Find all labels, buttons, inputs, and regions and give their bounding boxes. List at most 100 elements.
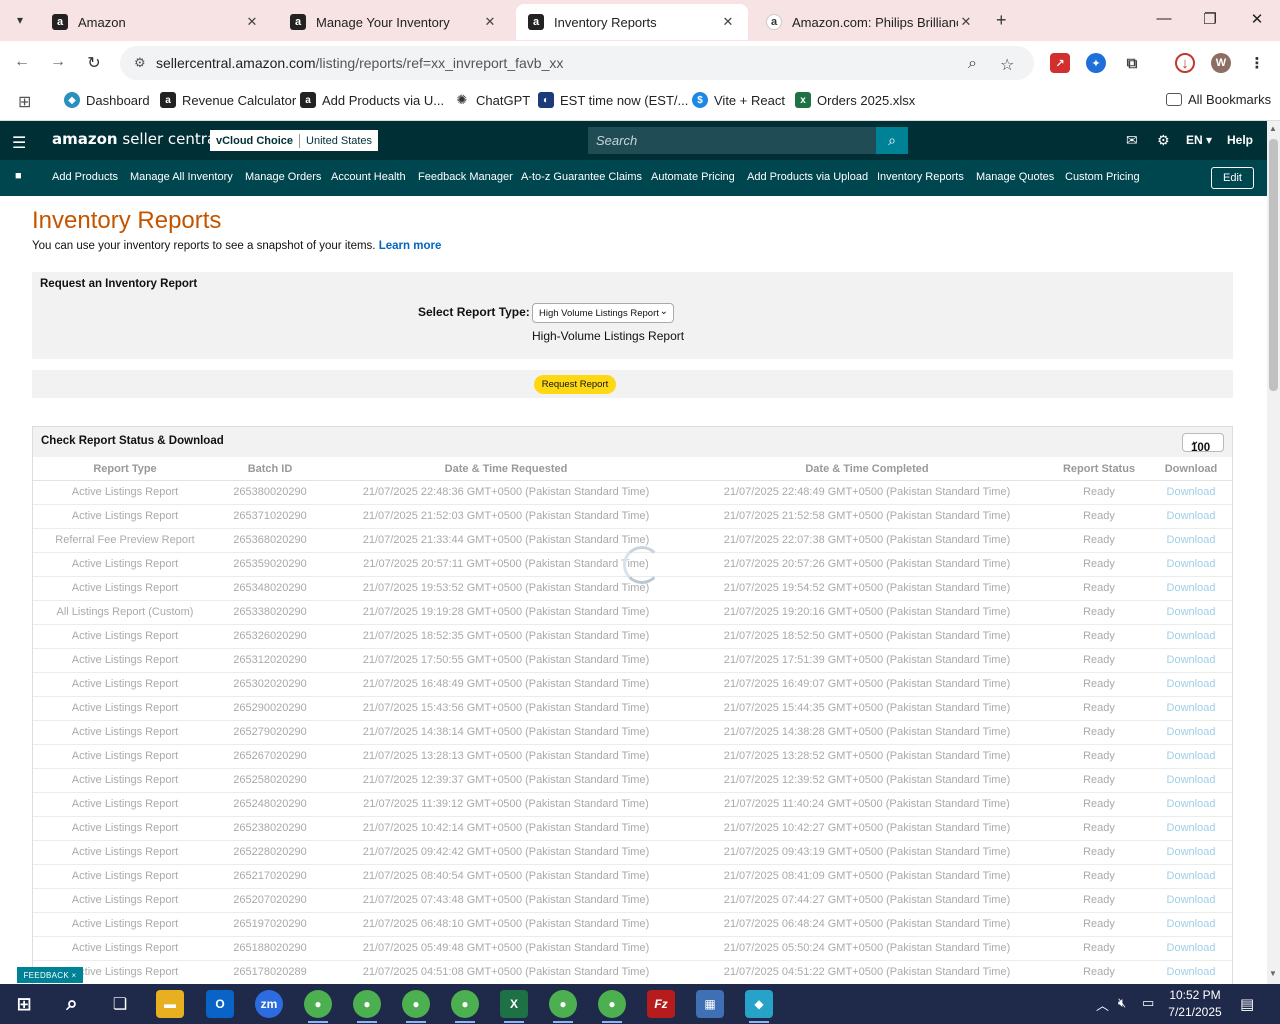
chrome-icon[interactable]: ●	[598, 990, 626, 1023]
tab-search-chevron-icon[interactable]: ▾	[8, 8, 32, 32]
download-link[interactable]: Download	[1167, 918, 1216, 930]
scrollbar-thumb[interactable]	[1269, 139, 1278, 391]
file-explorer-icon[interactable]: ▬	[156, 990, 184, 1018]
close-tab-icon[interactable]: ✕	[244, 14, 260, 30]
nav-manage-all-inventory[interactable]: Manage All Inventory	[130, 171, 233, 183]
bookmark-chatgpt[interactable]: ✺ ChatGPT	[454, 92, 530, 108]
extensions-puzzle-icon[interactable]: ⧉	[1122, 53, 1142, 73]
download-link[interactable]: Download	[1167, 966, 1216, 978]
outlook-icon[interactable]: O	[206, 990, 234, 1018]
bookmark-vite-react[interactable]: $ Vite + React	[692, 92, 785, 108]
minimize-window-icon[interactable]: —	[1154, 10, 1174, 27]
bookmark-est-time[interactable]: ◐ EST time now (EST/...	[538, 92, 688, 108]
windows-start-icon[interactable]: ⊞	[10, 990, 38, 1018]
nav-account-health[interactable]: Account Health	[331, 171, 406, 183]
download-icon[interactable]: ↓	[1175, 53, 1195, 73]
download-link[interactable]: Download	[1167, 678, 1216, 690]
learn-more-link[interactable]: Learn more	[379, 240, 442, 252]
mail-icon[interactable]: ✉	[1126, 132, 1138, 149]
chrome-icon[interactable]: ●	[549, 990, 577, 1023]
hamburger-menu-icon[interactable]: ☰	[12, 133, 26, 153]
back-arrow-icon[interactable]: ←	[12, 53, 32, 71]
calculator-icon[interactable]: ▦	[696, 990, 724, 1018]
col-date-completed[interactable]: Date & Time Completed	[805, 463, 928, 475]
nav-inventory-reports[interactable]: Inventory Reports	[877, 171, 964, 183]
task-view-icon[interactable]: ❏	[106, 990, 134, 1018]
close-window-icon[interactable]: ✕	[1247, 10, 1267, 28]
download-link[interactable]: Download	[1167, 702, 1216, 714]
nav-custom-pricing[interactable]: Custom Pricing	[1065, 171, 1140, 183]
system-clock[interactable]: 10:52 PM 7/21/2025	[1162, 987, 1228, 1021]
new-tab-plus-icon[interactable]: +	[996, 10, 1007, 31]
download-link[interactable]: Download	[1167, 942, 1216, 954]
pdf-extension-icon[interactable]: ↗	[1050, 53, 1070, 73]
close-tab-icon[interactable]: ✕	[482, 14, 498, 30]
language-selector[interactable]: EN ▾	[1186, 133, 1212, 147]
search-icon[interactable]: ⌕	[876, 127, 908, 154]
scroll-up-arrow-icon[interactable]: ▲	[1269, 124, 1277, 133]
restore-window-icon[interactable]: ❐	[1200, 10, 1220, 28]
report-type-select[interactable]: High Volume Listings Report ⌄	[532, 303, 674, 323]
excel-icon[interactable]: X	[500, 990, 528, 1023]
search-icon[interactable]: ⌕	[58, 990, 86, 1018]
download-link[interactable]: Download	[1167, 894, 1216, 906]
request-report-button[interactable]: Request Report	[534, 375, 616, 394]
zoom-app-icon[interactable]: zm	[255, 990, 283, 1018]
close-tab-icon[interactable]: ✕	[720, 14, 736, 30]
close-tab-icon[interactable]: ✕	[958, 14, 974, 30]
address-bar[interactable]: ⚙ sellercentral.amazon.com/listing/repor…	[120, 46, 1034, 80]
tray-chevron-up-icon[interactable]: ︿	[1096, 995, 1109, 1014]
chrome-icon[interactable]: ●	[402, 990, 430, 1023]
download-link[interactable]: Download	[1167, 750, 1216, 762]
download-link[interactable]: Download	[1167, 798, 1216, 810]
bookmark-add-products[interactable]: a Add Products via U...	[300, 92, 444, 108]
nav-add-products[interactable]: Add Products	[52, 171, 118, 183]
network-icon[interactable]: ▭	[1142, 995, 1154, 1011]
download-link[interactable]: Download	[1167, 630, 1216, 642]
account-switcher[interactable]: vCloud Choice United States	[210, 130, 379, 151]
col-report-type[interactable]: Report Type	[93, 463, 156, 475]
chrome-icon[interactable]: ●	[451, 990, 479, 1023]
tab-amazon-philips[interactable]: a Amazon.com: Philips Brilliance 2 ✕	[754, 4, 986, 40]
bookmark-flag-icon[interactable]: ■	[15, 170, 22, 182]
col-batch-id[interactable]: Batch ID	[248, 463, 293, 475]
browser-menu-icon[interactable]: ⋮	[1247, 53, 1267, 73]
download-link[interactable]: Download	[1167, 822, 1216, 834]
download-link[interactable]: Download	[1167, 870, 1216, 882]
col-download[interactable]: Download	[1165, 463, 1218, 475]
help-link[interactable]: Help	[1227, 133, 1253, 147]
all-bookmarks[interactable]: All Bookmarks	[1166, 92, 1271, 107]
nav-manage-quotes[interactable]: Manage Quotes	[976, 171, 1054, 183]
tab-manage-inventory[interactable]: a Manage Your Inventory ✕	[278, 4, 510, 40]
rows-per-page-select[interactable]: 100 ⌄	[1182, 433, 1224, 454]
search-input[interactable]: Search	[588, 127, 876, 154]
nav-automate-pricing[interactable]: Automate Pricing	[651, 171, 735, 183]
download-link[interactable]: Download	[1167, 582, 1216, 594]
col-report-status[interactable]: Report Status	[1063, 463, 1135, 475]
bookmark-orders-xlsx[interactable]: x Orders 2025.xlsx	[795, 92, 915, 108]
bookmark-dashboard[interactable]: ◆ Dashboard	[64, 92, 150, 108]
extension-icon[interactable]: ✦	[1086, 53, 1106, 73]
nav-manage-orders[interactable]: Manage Orders	[245, 171, 321, 183]
tab-amazon[interactable]: a Amazon ✕	[40, 4, 272, 40]
scroll-down-arrow-icon[interactable]: ▼	[1269, 969, 1277, 978]
reload-icon[interactable]: ↻	[84, 53, 104, 73]
download-link[interactable]: Download	[1167, 846, 1216, 858]
gear-icon[interactable]: ⚙	[1157, 132, 1170, 149]
page-scrollbar[interactable]: ▲ ▼	[1267, 121, 1280, 984]
download-link[interactable]: Download	[1167, 510, 1216, 522]
download-link[interactable]: Download	[1167, 486, 1216, 498]
apps-grid-icon[interactable]: ⊞	[18, 92, 31, 112]
bookmark-revenue-calculator[interactable]: a Revenue Calculator	[160, 92, 296, 108]
download-link[interactable]: Download	[1167, 654, 1216, 666]
site-info-icon[interactable]: ⚙	[134, 55, 146, 71]
download-link[interactable]: Download	[1167, 774, 1216, 786]
download-link[interactable]: Download	[1167, 606, 1216, 618]
col-date-requested[interactable]: Date & Time Requested	[445, 463, 568, 475]
download-link[interactable]: Download	[1167, 726, 1216, 738]
bookmark-star-icon[interactable]: ☆	[1000, 55, 1014, 75]
nav-feedback-manager[interactable]: Feedback Manager	[418, 171, 513, 183]
seller-central-logo[interactable]: amazon seller central	[52, 130, 220, 148]
forward-arrow-icon[interactable]: →	[48, 53, 68, 71]
notifications-icon[interactable]: ▤	[1240, 995, 1254, 1013]
